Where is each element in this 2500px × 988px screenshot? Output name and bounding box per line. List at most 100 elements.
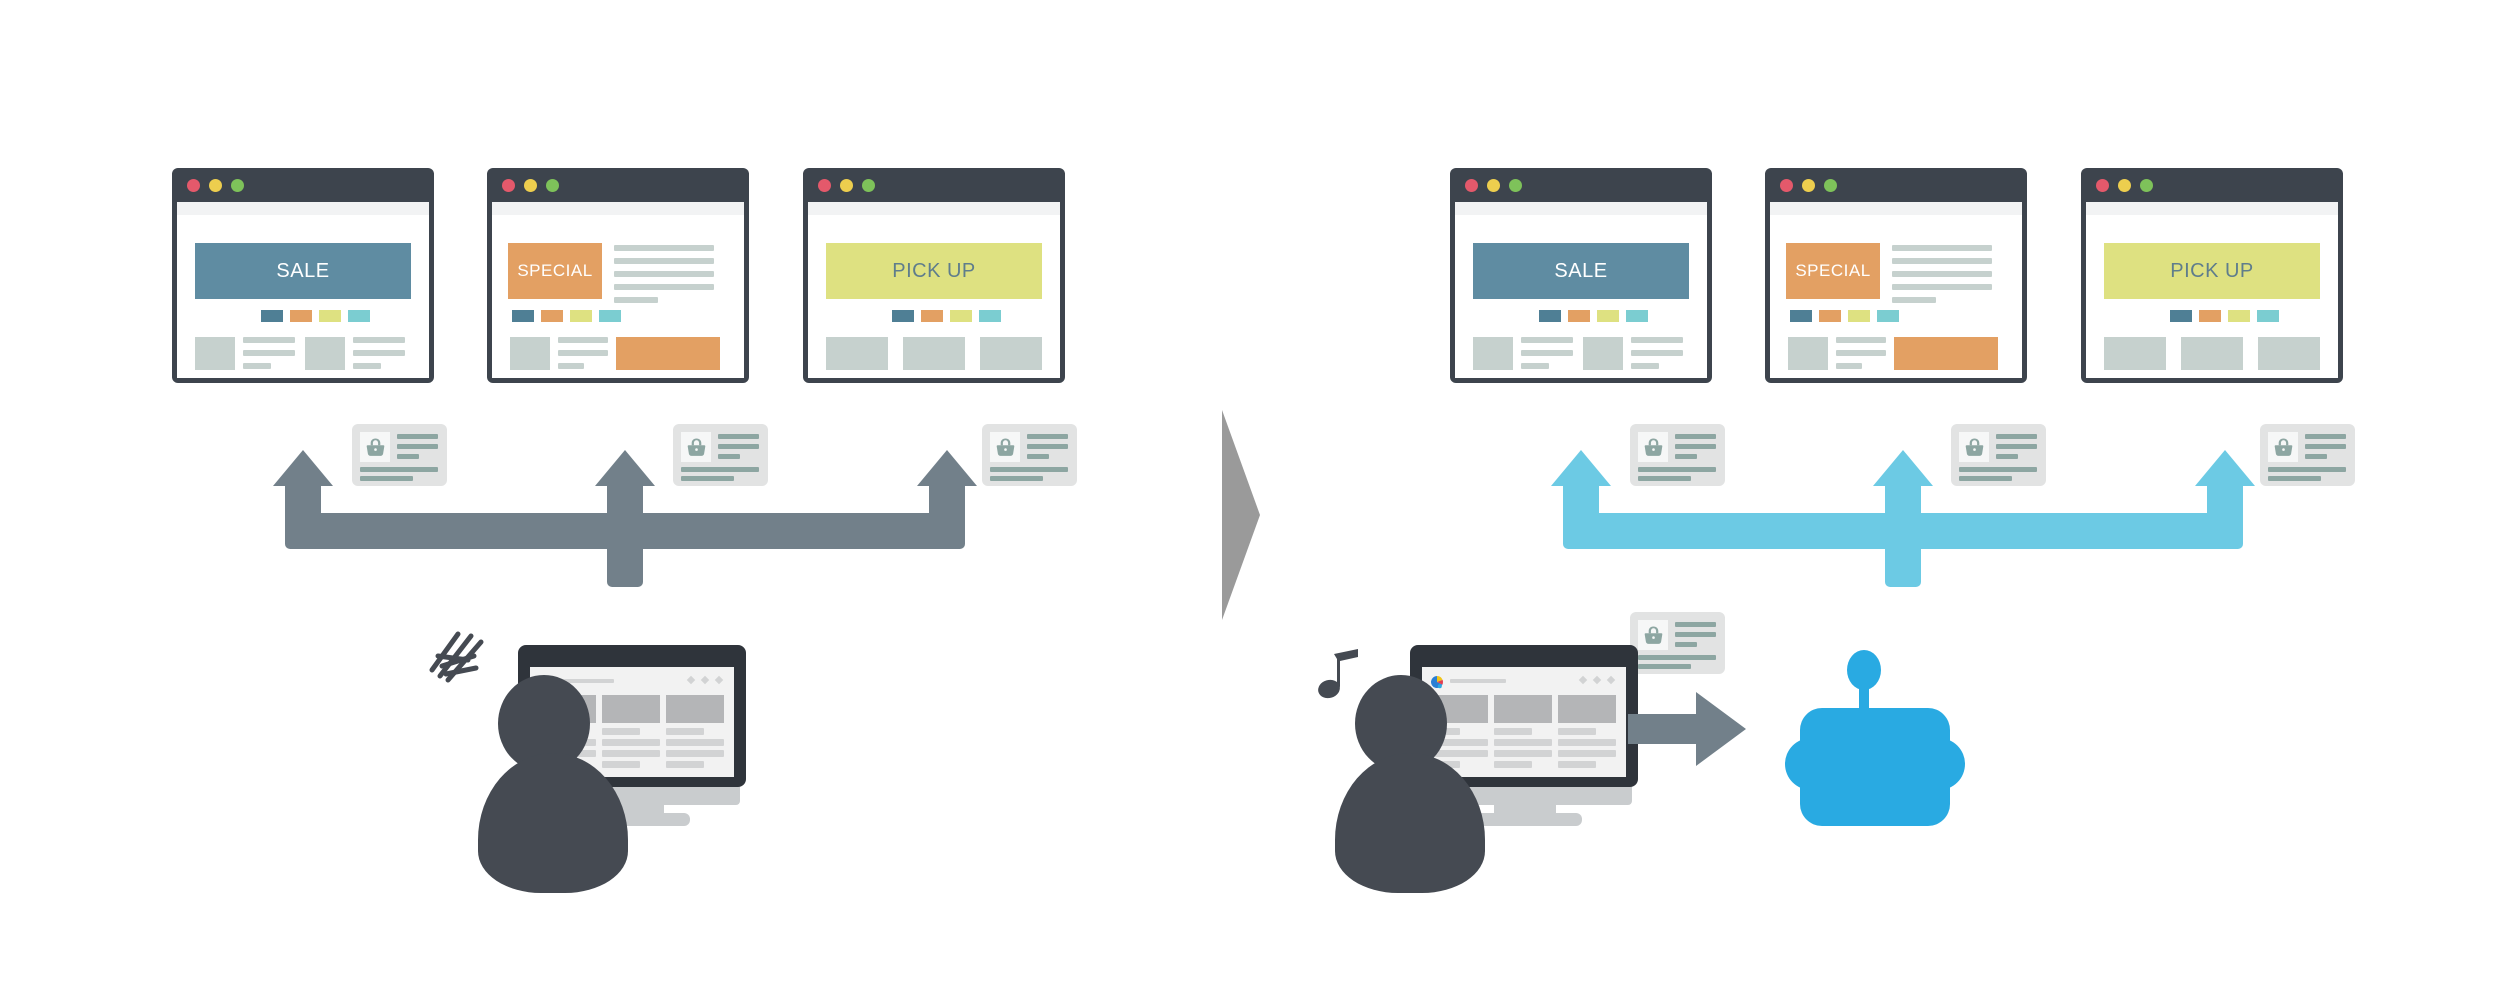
swatch-orange[interactable] [1568,310,1590,322]
swatch-orange[interactable] [1819,310,1841,322]
minimize-dot-icon[interactable] [209,179,222,192]
content-line [1558,750,1616,757]
swatch-teal[interactable] [2257,310,2279,322]
product-thumb[interactable] [1788,337,1828,370]
swatch-teal[interactable] [979,310,1001,322]
swatch-blue[interactable] [261,310,283,322]
swatch-orange[interactable] [921,310,943,322]
browser-window-special[interactable]: SPECIAL [487,168,749,383]
hero-banner[interactable]: PICK UP [2104,243,2320,299]
credential-card-2[interactable] [1951,424,2046,486]
swatch-yellow[interactable] [570,310,592,322]
product-thumb[interactable] [1473,337,1513,370]
credential-card-1[interactable] [1630,424,1725,486]
browser-window-pickup[interactable]: PICK UP [803,168,1065,383]
maximize-dot-icon[interactable] [1824,179,1837,192]
minimize-dot-icon[interactable] [1487,179,1500,192]
minimize-dot-icon[interactable] [1802,179,1815,192]
product-tile[interactable] [2258,337,2320,370]
product-tile[interactable] [2181,337,2243,370]
swatch-blue[interactable] [892,310,914,322]
credential-card-2[interactable] [673,424,768,486]
hero-banner[interactable]: SPECIAL [508,243,602,299]
credential-line [1675,444,1716,449]
close-dot-icon[interactable] [502,179,515,192]
hero-banner[interactable]: SALE [1473,243,1689,299]
window-controls[interactable] [187,179,244,192]
color-swatch-row[interactable] [512,310,621,322]
swatch-blue[interactable] [1539,310,1561,322]
three-dots-menu-icon[interactable] [1578,675,1588,685]
arrow-shaft-middle [1885,480,1921,520]
color-swatch-row[interactable] [892,310,1001,322]
close-dot-icon[interactable] [1780,179,1793,192]
maximize-dot-icon[interactable] [862,179,875,192]
maximize-dot-icon[interactable] [546,179,559,192]
maximize-dot-icon[interactable] [2140,179,2153,192]
promo-block[interactable] [616,337,720,370]
color-swatch-row[interactable] [261,310,370,322]
hero-banner[interactable]: PICK UP [826,243,1042,299]
three-dots-menu-icon[interactable] [1606,675,1616,685]
product-tile[interactable] [980,337,1042,370]
swatch-yellow[interactable] [950,310,972,322]
product-tile[interactable] [903,337,965,370]
browser-window-sale[interactable]: SALE [172,168,434,383]
three-dots-menu-icon[interactable] [686,675,696,685]
swatch-blue[interactable] [2170,310,2192,322]
swatch-yellow[interactable] [1848,310,1870,322]
swatch-teal[interactable] [1626,310,1648,322]
swatch-orange[interactable] [541,310,563,322]
three-dots-menu-icon[interactable] [700,675,710,685]
swatch-orange[interactable] [290,310,312,322]
browser-window-special[interactable]: SPECIAL [1765,168,2027,383]
content-line [1494,750,1552,757]
hero-banner[interactable]: SPECIAL [1786,243,1880,299]
swatch-teal[interactable] [1877,310,1899,322]
browser-window-sale[interactable]: SALE [1450,168,1712,383]
credential-card-3[interactable] [982,424,1077,486]
window-controls[interactable] [818,179,875,192]
minimize-dot-icon[interactable] [840,179,853,192]
window-controls[interactable] [2096,179,2153,192]
close-dot-icon[interactable] [187,179,200,192]
product-tile[interactable] [826,337,888,370]
color-swatch-row[interactable] [1539,310,1648,322]
promo-block[interactable] [1894,337,1998,370]
automation-bot[interactable] [1785,650,1965,830]
three-dots-menu-icon[interactable] [1592,675,1602,685]
product-thumb[interactable] [195,337,235,370]
three-dots-menu-icon[interactable] [714,675,724,685]
swatch-yellow[interactable] [319,310,341,322]
product-thumb[interactable] [1583,337,1623,370]
window-controls[interactable] [1465,179,1522,192]
swatch-teal[interactable] [348,310,370,322]
credential-line [1675,622,1716,627]
swatch-yellow[interactable] [1597,310,1619,322]
maximize-dot-icon[interactable] [231,179,244,192]
credential-line [1027,434,1068,439]
maximize-dot-icon[interactable] [1509,179,1522,192]
window-controls[interactable] [1780,179,1837,192]
window-controls[interactable] [502,179,559,192]
close-dot-icon[interactable] [2096,179,2109,192]
close-dot-icon[interactable] [818,179,831,192]
swatch-yellow[interactable] [2228,310,2250,322]
credential-line [1638,476,1691,481]
hero-banner[interactable]: SALE [195,243,411,299]
swatch-blue[interactable] [512,310,534,322]
swatch-orange[interactable] [2199,310,2221,322]
credential-card-1[interactable] [352,424,447,486]
swatch-teal[interactable] [599,310,621,322]
swatch-blue[interactable] [1790,310,1812,322]
browser-window-pickup[interactable]: PICK UP [2081,168,2343,383]
product-thumb[interactable] [305,337,345,370]
close-dot-icon[interactable] [1465,179,1478,192]
minimize-dot-icon[interactable] [2118,179,2131,192]
product-thumb[interactable] [510,337,550,370]
minimize-dot-icon[interactable] [524,179,537,192]
color-swatch-row[interactable] [1790,310,1899,322]
color-swatch-row[interactable] [2170,310,2279,322]
credential-card-3[interactable] [2260,424,2355,486]
product-tile[interactable] [2104,337,2166,370]
